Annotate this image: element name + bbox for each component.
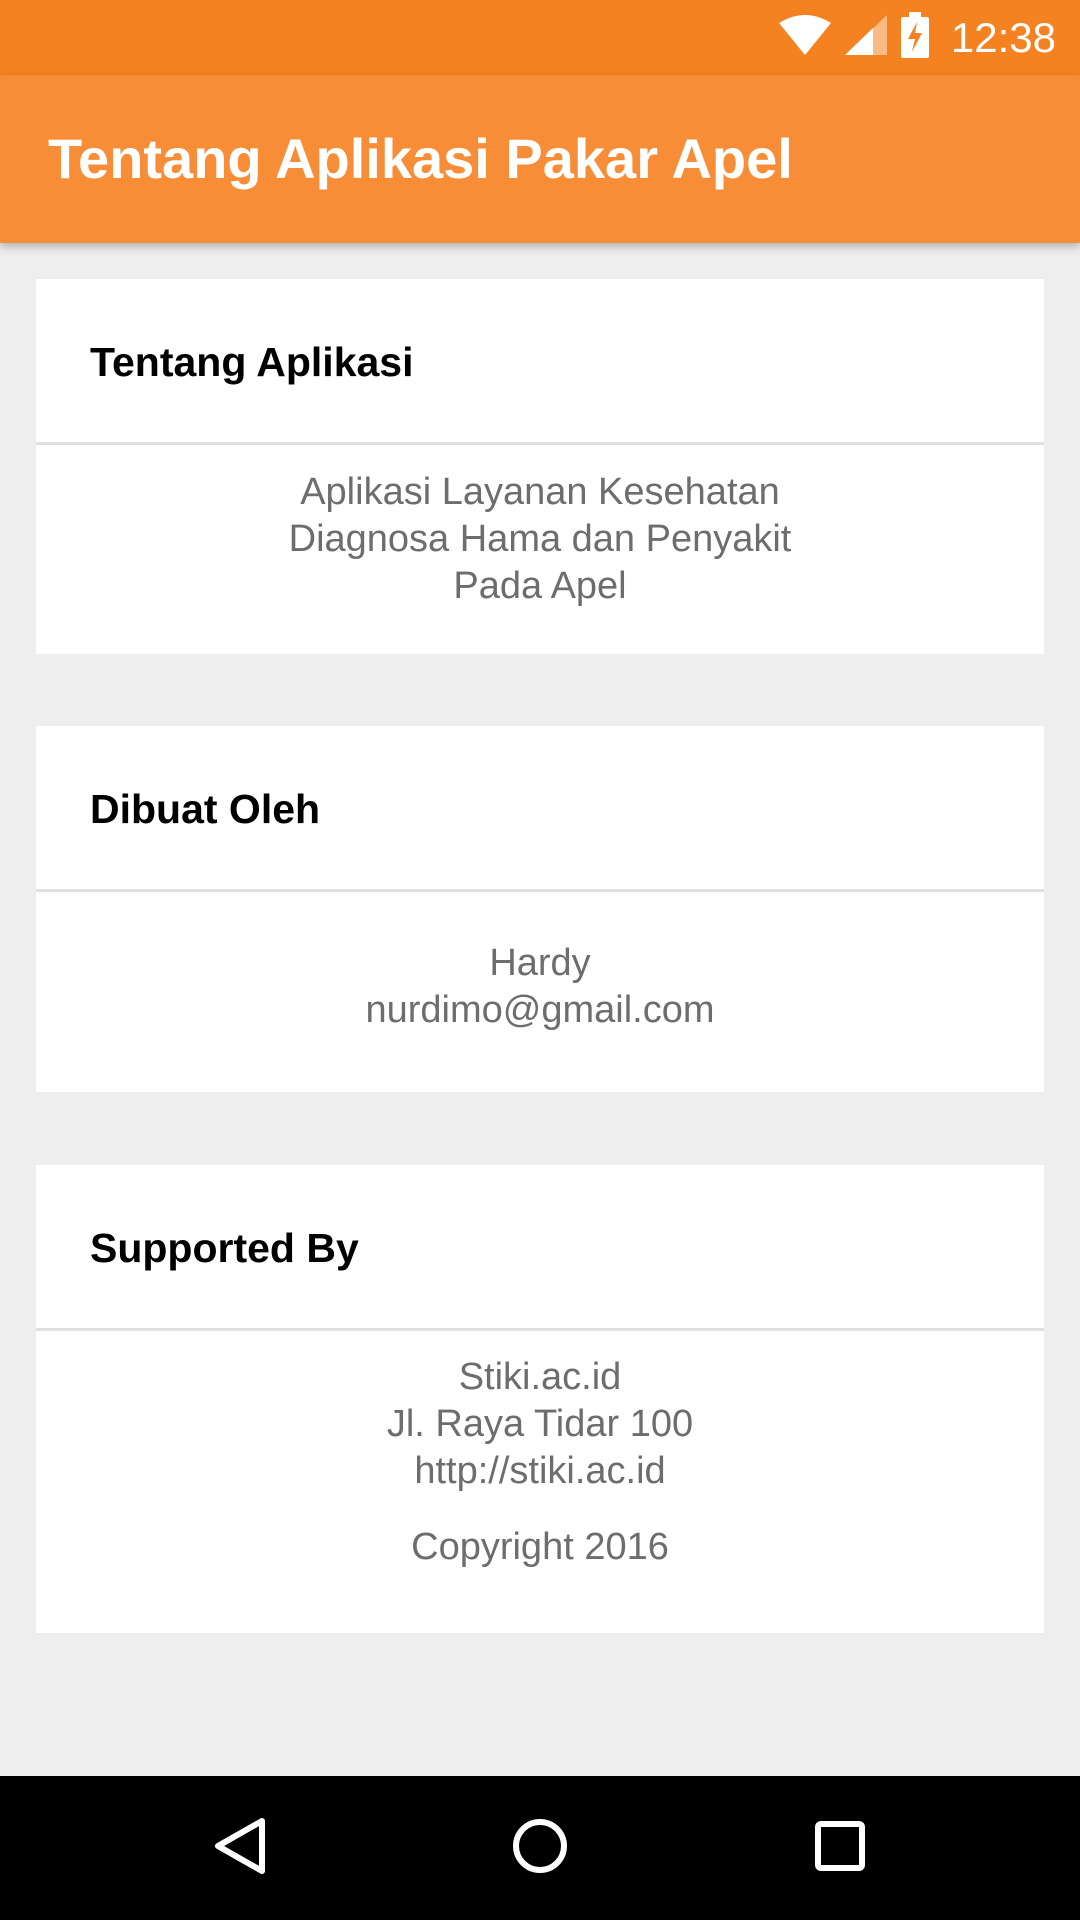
card-title: Supported By bbox=[90, 1225, 359, 1271]
recents-button[interactable] bbox=[760, 1776, 920, 1920]
status-time: 12:38 bbox=[950, 13, 1056, 61]
back-icon bbox=[212, 1816, 268, 1881]
body-line: Pada Apel bbox=[453, 565, 627, 607]
card-body: Stiki.ac.id Jl. Raya Tidar 100 http://st… bbox=[36, 1331, 1044, 1571]
card-title: Tentang Aplikasi bbox=[90, 339, 414, 385]
back-button[interactable] bbox=[160, 1776, 320, 1920]
page-title: Tentang Aplikasi Pakar Apel bbox=[48, 127, 793, 190]
author-email: nurdimo@gmail.com bbox=[365, 989, 715, 1031]
card-body: Aplikasi Layanan Kesehatan Diagnosa Hama… bbox=[36, 445, 1044, 610]
about-app-card: Tentang Aplikasi Aplikasi Layanan Keseha… bbox=[36, 279, 1044, 654]
battery-charging-icon bbox=[900, 12, 929, 63]
wifi-icon bbox=[778, 15, 831, 60]
created-by-card: Dibuat Oleh Hardy nurdimo@gmail.com bbox=[36, 726, 1044, 1092]
app-bar: Tentang Aplikasi Pakar Apel bbox=[0, 75, 1080, 243]
supported-by-card: Supported By Stiki.ac.id Jl. Raya Tidar … bbox=[36, 1165, 1044, 1633]
home-button[interactable] bbox=[460, 1776, 620, 1920]
author-name: Hardy bbox=[489, 942, 591, 984]
copyright-text: Copyright 2016 bbox=[411, 1526, 669, 1568]
card-header: Supported By bbox=[36, 1165, 1044, 1331]
status-bar: 12:38 bbox=[0, 0, 1080, 75]
card-header: Tentang Aplikasi bbox=[36, 279, 1044, 445]
card-body: Hardy nurdimo@gmail.com bbox=[36, 892, 1044, 1034]
body-line: http://stiki.ac.id bbox=[414, 1450, 666, 1492]
card-title: Dibuat Oleh bbox=[90, 786, 321, 832]
cell-signal-icon bbox=[844, 15, 887, 60]
body-line: Stiki.ac.id bbox=[458, 1356, 622, 1398]
navigation-bar bbox=[0, 1776, 1080, 1920]
body-line: Aplikasi Layanan Kesehatan bbox=[300, 471, 780, 513]
recents-icon bbox=[814, 1820, 866, 1877]
body-line: Jl. Raya Tidar 100 bbox=[386, 1403, 694, 1445]
home-icon bbox=[510, 1816, 570, 1881]
body-line: Diagnosa Hama dan Penyakit bbox=[288, 518, 792, 560]
card-header: Dibuat Oleh bbox=[36, 726, 1044, 892]
